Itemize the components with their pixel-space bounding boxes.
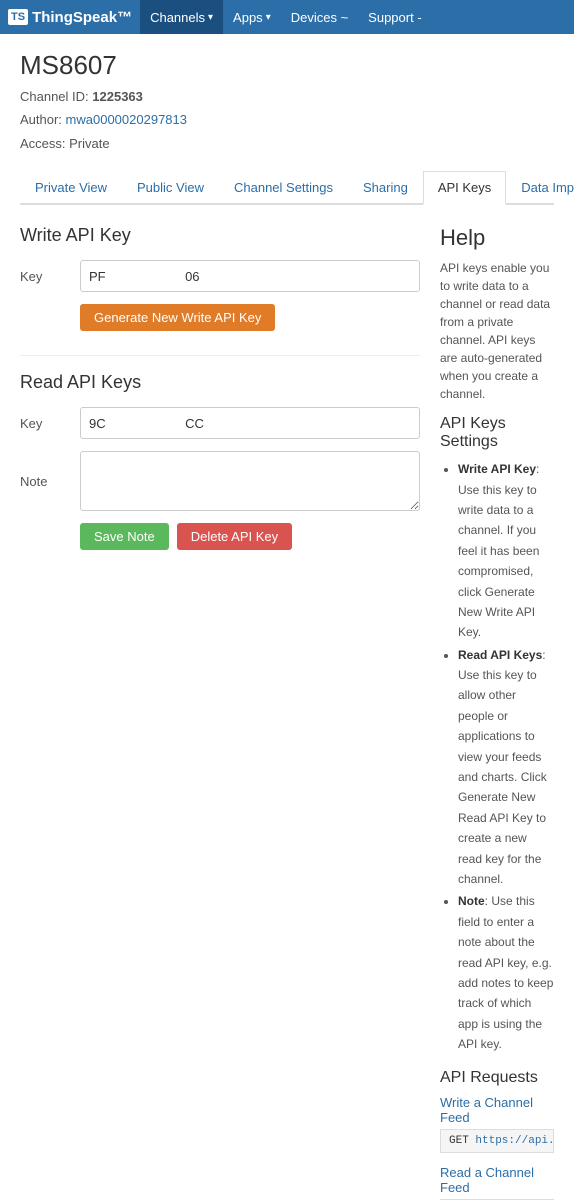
settings-item-write: Write API Key: Use this key to write dat… [458,459,554,643]
write-feed-label[interactable]: Write a Channel Feed [440,1095,554,1125]
channels-caret: ▾ [208,12,213,23]
write-feed-url[interactable]: https://api.things [475,1135,554,1147]
nav-channels[interactable]: Channels ▾ [140,0,223,34]
nav-support[interactable]: Support - [358,0,431,34]
read-feed-label[interactable]: Read a Channel Feed [440,1165,554,1195]
tab-channel-settings[interactable]: Channel Settings [219,171,348,205]
tab-api-keys[interactable]: API Keys [423,171,506,205]
write-key-input[interactable] [80,260,420,292]
tabs-bar: Private View Public View Channel Setting… [20,171,554,205]
tab-data-import-export[interactable]: Data Import / Export [506,171,574,205]
channel-id-value: 1225363 [92,89,143,104]
read-note-row: Note [20,451,420,511]
read-api-title: Read API Keys [20,372,420,393]
api-requests-title: API Requests [440,1069,554,1087]
tab-public-view[interactable]: Public View [122,171,219,205]
access-label: Access: [20,136,66,151]
apps-caret: ▾ [266,12,271,23]
read-key-label: Key [20,416,80,431]
tab-sharing[interactable]: Sharing [348,171,423,205]
main-layout: Write API Key Key Generate New Write API… [20,225,554,1200]
write-feed-code: GET https://api.things [440,1129,554,1153]
write-key-label: Key [20,269,80,284]
brand-icon: TS [8,9,28,25]
right-column: Help API keys enable you to write data t… [440,225,554,1200]
settings-item-note: Note: Use this field to enter a note abo… [458,891,554,1054]
settings-read-term: Read API Keys [458,648,542,662]
help-intro: API keys enable you to write data to a c… [440,259,554,403]
access-value: Private [69,136,109,151]
read-key-input[interactable] [80,407,420,439]
help-title: Help [440,225,554,251]
page-meta: Channel ID: 1225363 Author: mwa000002029… [20,85,554,155]
read-feed-code: GET https://api.things [440,1199,554,1200]
settings-note-term: Note [458,894,485,908]
read-api-section: Read API Keys Key Note Save Note Delete … [20,372,420,550]
read-note-textarea[interactable] [80,451,420,511]
brand-logo[interactable]: TS ThingSpeak™ [8,9,132,26]
write-api-title: Write API Key [20,225,420,246]
write-api-section: Write API Key Key Generate New Write API… [20,225,420,331]
settings-write-term: Write API Key [458,462,536,476]
settings-read-desc: Use this key to allow other people or ap… [458,668,547,886]
tab-private-view[interactable]: Private View [20,171,122,205]
delete-api-key-button[interactable]: Delete API Key [177,523,292,550]
generate-write-key-button[interactable]: Generate New Write API Key [80,304,275,331]
left-column: Write API Key Key Generate New Write API… [20,225,420,1200]
write-feed-method: GET [449,1135,475,1147]
channel-id-label: Channel ID: [20,89,89,104]
page-content: MS8607 Channel ID: 1225363 Author: mwa00… [0,34,574,1200]
write-key-row: Key [20,260,420,292]
read-note-label: Note [20,474,80,489]
settings-write-desc: Use this key to write data to a channel.… [458,483,539,640]
save-note-button[interactable]: Save Note [80,523,169,550]
navbar: TS ThingSpeak™ Channels ▾ Apps ▾ Devices… [0,0,574,34]
nav-devices[interactable]: Devices ~ [281,0,358,34]
read-key-row: Key [20,407,420,439]
brand-name: ThingSpeak™ [32,9,132,26]
author-link[interactable]: mwa0000020297813 [66,112,187,127]
settings-note-desc: Use this field to enter a note about the… [458,894,553,1051]
nav-apps[interactable]: Apps ▾ [223,0,281,34]
read-api-buttons: Save Note Delete API Key [80,523,420,550]
api-keys-settings-title: API Keys Settings [440,415,554,451]
api-keys-settings-list: Write API Key: Use this key to write dat… [440,459,554,1054]
settings-item-read: Read API Keys: Use this key to allow oth… [458,645,554,890]
author-label: Author: [20,112,62,127]
page-title: MS8607 [20,50,554,81]
